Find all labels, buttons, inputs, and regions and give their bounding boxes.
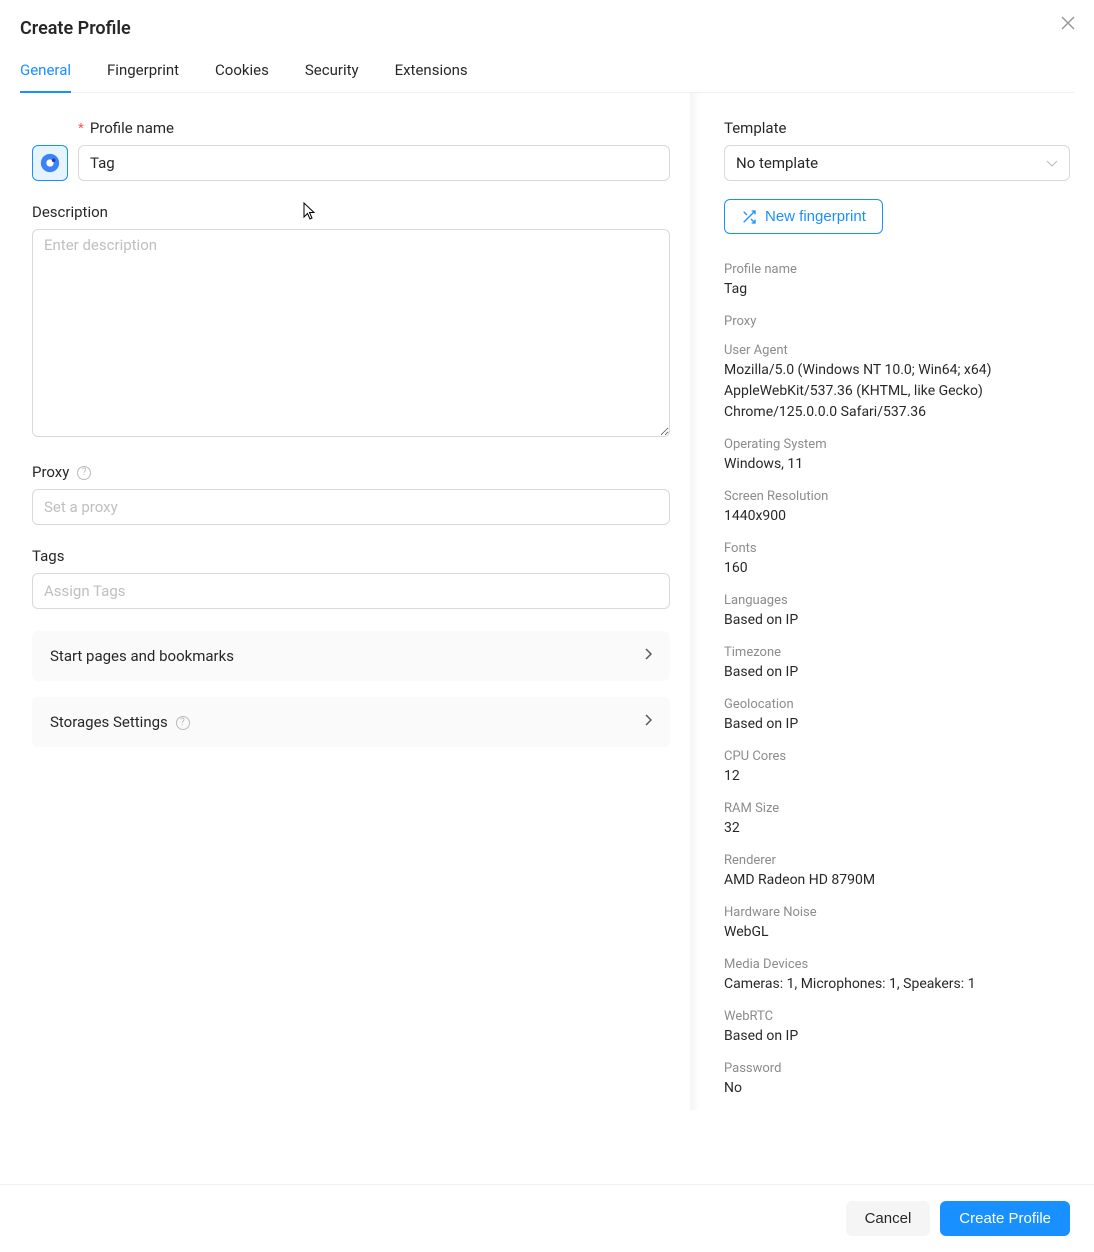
tab-fingerprint[interactable]: Fingerprint — [107, 53, 179, 93]
detail-label: WebRTC — [724, 1009, 1070, 1024]
browser-icon — [39, 152, 61, 174]
shuffle-icon — [741, 209, 757, 225]
help-icon[interactable]: ? — [176, 716, 190, 730]
modal-footer: Cancel Create Profile — [0, 1184, 1094, 1252]
detail-value: 160 — [724, 558, 1070, 579]
detail-value: Tag — [724, 279, 1070, 300]
collapse-storages[interactable]: Storages Settings ? — [32, 697, 670, 747]
detail-label: Renderer — [724, 853, 1070, 868]
detail-value: 32 — [724, 818, 1070, 839]
profile-avatar-button[interactable] — [32, 145, 68, 181]
detail-value: 12 — [724, 766, 1070, 787]
detail-value: Based on IP — [724, 1026, 1070, 1047]
tabs: General Fingerprint Cookies Security Ext… — [20, 53, 1074, 93]
help-icon[interactable]: ? — [77, 466, 91, 480]
collapse-start-pages[interactable]: Start pages and bookmarks — [32, 631, 670, 681]
detail-value: Based on IP — [724, 662, 1070, 683]
chevron-right-icon — [644, 714, 652, 730]
tab-security[interactable]: Security — [305, 53, 359, 93]
detail-label: Profile name — [724, 262, 1070, 277]
detail-label: Media Devices — [724, 957, 1070, 972]
chevron-right-icon — [644, 648, 652, 664]
detail-value: WebGL — [724, 922, 1070, 943]
detail-value: Cameras: 1, Microphones: 1, Speakers: 1 — [724, 974, 1070, 995]
detail-value: AMD Radeon HD 8790M — [724, 870, 1070, 891]
detail-value: Based on IP — [724, 610, 1070, 631]
detail-label: Geolocation — [724, 697, 1070, 712]
detail-value: Mozilla/5.0 (Windows NT 10.0; Win64; x64… — [724, 360, 1070, 423]
proxy-label: Proxy ? — [32, 463, 670, 481]
create-profile-button[interactable]: Create Profile — [940, 1201, 1070, 1236]
tab-general[interactable]: General — [20, 53, 71, 93]
tags-input[interactable] — [32, 573, 670, 609]
detail-label: Screen Resolution — [724, 489, 1070, 504]
detail-label: Fonts — [724, 541, 1070, 556]
profile-name-label: Profile name — [78, 119, 174, 137]
description-label: Description — [32, 203, 670, 221]
template-select[interactable]: No template — [724, 145, 1070, 181]
new-fingerprint-label: New fingerprint — [765, 208, 866, 225]
cancel-button[interactable]: Cancel — [846, 1201, 931, 1236]
template-label: Template — [724, 119, 1070, 137]
proxy-input[interactable] — [32, 489, 670, 525]
detail-label: Password — [724, 1061, 1070, 1076]
modal-title: Create Profile — [20, 18, 1074, 39]
collapse-start-pages-label: Start pages and bookmarks — [50, 647, 234, 665]
detail-label: Proxy — [724, 314, 1070, 329]
detail-label: Timezone — [724, 645, 1070, 660]
description-input[interactable] — [32, 229, 670, 437]
detail-value: No — [724, 1078, 1070, 1099]
profile-name-input[interactable] — [78, 145, 670, 181]
new-fingerprint-button[interactable]: New fingerprint — [724, 199, 883, 234]
collapse-storages-label: Storages Settings — [50, 713, 168, 731]
detail-value: Based on IP — [724, 714, 1070, 735]
detail-label: Hardware Noise — [724, 905, 1070, 920]
detail-label: Languages — [724, 593, 1070, 608]
detail-label: User Agent — [724, 343, 1070, 358]
chevron-down-icon — [1046, 156, 1058, 170]
detail-label: Operating System — [724, 437, 1070, 452]
tags-label: Tags — [32, 547, 670, 565]
detail-label: CPU Cores — [724, 749, 1070, 764]
detail-value: 1440x900 — [724, 506, 1070, 527]
detail-label: RAM Size — [724, 801, 1070, 816]
tab-cookies[interactable]: Cookies — [215, 53, 269, 93]
tab-extensions[interactable]: Extensions — [395, 53, 468, 93]
detail-value: Windows, 11 — [724, 454, 1070, 475]
close-icon[interactable] — [1060, 14, 1076, 34]
template-value: No template — [736, 154, 818, 172]
proxy-label-text: Proxy — [32, 463, 69, 481]
